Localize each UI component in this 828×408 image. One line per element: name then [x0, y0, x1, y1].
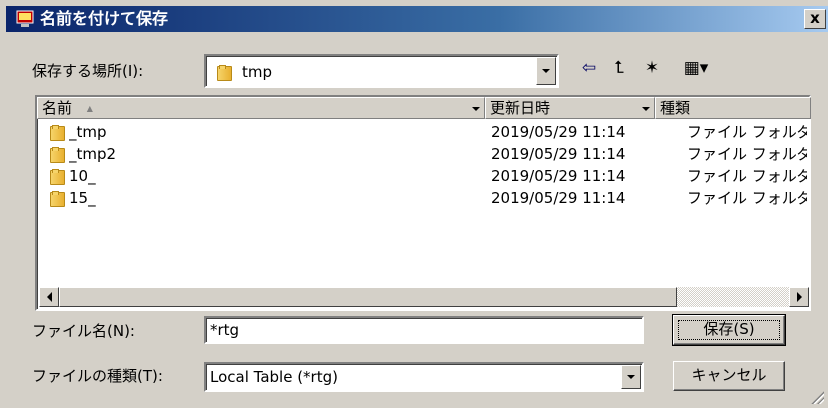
location-combobox[interactable]: tmp — [204, 54, 559, 88]
new-folder-icon[interactable]: ✶ — [640, 57, 664, 79]
app-icon — [16, 10, 34, 27]
save-button[interactable]: 保存(S) — [672, 314, 786, 346]
chevron-down-icon[interactable] — [621, 365, 641, 389]
cancel-button-label: キャンセル — [691, 366, 767, 384]
file-modified: 2019/05/29 11:14 — [491, 123, 626, 141]
back-icon[interactable]: ⇦ — [577, 57, 601, 79]
title-bar[interactable]: 名前を付けて保存 x — [6, 6, 828, 32]
filename-value: *rtg — [210, 321, 240, 339]
up-folder-icon[interactable]: ⮤ — [607, 57, 631, 79]
file-name: _tmp — [69, 123, 107, 141]
column-header-type[interactable]: 種類 — [655, 97, 811, 119]
column-header-modified[interactable]: 更新日時 — [485, 97, 655, 119]
save-as-dialog: 名前を付けて保存 x 保存する場所(I): tmp ⇦ ⮤ ✶ ▦▾ 名前 ▲ … — [0, 0, 828, 408]
file-modified: 2019/05/29 11:14 — [491, 167, 626, 185]
filetype-label: ファイルの種類(T): — [32, 367, 163, 385]
chevron-down-icon[interactable] — [536, 57, 556, 85]
list-item[interactable]: _tmp 2019/05/29 11:14 ファイル フォルダー — [37, 121, 807, 143]
chevron-down-icon[interactable] — [640, 101, 652, 117]
file-type: ファイル フォルダー — [687, 167, 807, 185]
filename-label: ファイル名(N): — [32, 322, 135, 340]
folder-icon — [49, 168, 65, 185]
resize-grip-icon[interactable] — [810, 390, 824, 404]
column-header-name[interactable]: 名前 ▲ — [37, 97, 485, 119]
column-header-type-label: 種類 — [660, 99, 691, 117]
folder-icon — [49, 124, 65, 141]
file-list[interactable]: 名前 ▲ 更新日時 種類 _tmp 2019/05/29 11:14 ファイル … — [35, 95, 811, 311]
view-menu-icon[interactable]: ▦▾ — [680, 57, 712, 79]
sort-ascending-icon: ▲ — [86, 103, 93, 113]
file-modified: 2019/05/29 11:14 — [491, 145, 626, 163]
list-item[interactable]: 15_ 2019/05/29 11:14 ファイル フォルダー — [37, 187, 807, 209]
column-header-name-label: 名前 — [42, 99, 73, 117]
filetype-value: Local Table (*rtg) — [210, 368, 338, 386]
cancel-button[interactable]: キャンセル — [673, 361, 785, 391]
close-button[interactable]: x — [804, 9, 826, 29]
filetype-select[interactable]: Local Table (*rtg) — [204, 362, 644, 392]
scrollbar-thumb[interactable] — [59, 287, 677, 307]
folder-icon — [49, 146, 65, 163]
file-type: ファイル フォルダー — [687, 123, 807, 141]
column-header-modified-label: 更新日時 — [490, 99, 551, 117]
window-title: 名前を付けて保存 — [40, 9, 169, 28]
file-name: _tmp2 — [69, 145, 117, 163]
close-icon: x — [810, 9, 820, 27]
horizontal-scrollbar[interactable] — [39, 287, 809, 307]
folder-icon — [216, 64, 232, 81]
location-label: 保存する場所(I): — [32, 62, 144, 80]
folder-icon — [49, 190, 65, 207]
file-modified: 2019/05/29 11:14 — [491, 189, 626, 207]
scroll-left-icon[interactable] — [39, 287, 59, 307]
chevron-down-icon[interactable] — [470, 101, 482, 117]
list-item[interactable]: _tmp2 2019/05/29 11:14 ファイル フォルダー — [37, 143, 807, 165]
file-type: ファイル フォルダー — [687, 145, 807, 163]
file-name: 15_ — [69, 189, 96, 207]
list-item[interactable]: 10_ 2019/05/29 11:14 ファイル フォルダー — [37, 165, 807, 187]
scroll-right-icon[interactable] — [789, 287, 809, 307]
filename-input[interactable]: *rtg — [204, 316, 644, 344]
file-name: 10_ — [69, 167, 96, 185]
file-type: ファイル フォルダー — [687, 189, 807, 207]
location-value: tmp — [242, 63, 273, 81]
